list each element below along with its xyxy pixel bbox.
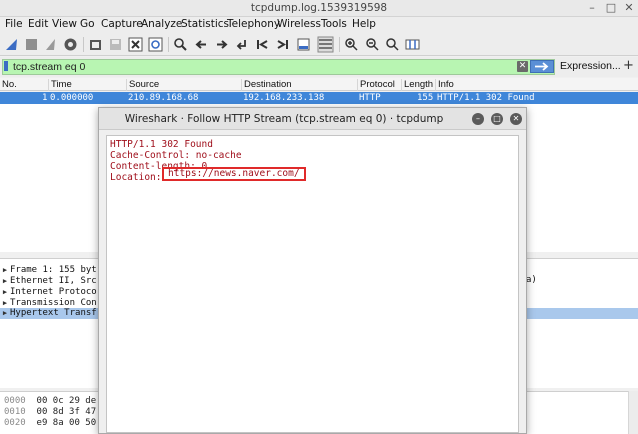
packet-list-header: No. Time Source Destination Protocol Len…	[0, 78, 638, 91]
column-destination[interactable]: Destination	[241, 79, 357, 91]
menu-edit[interactable]: Edit	[28, 18, 48, 30]
menu-help[interactable]: Help	[352, 18, 376, 30]
hex-row: 0010 00 8d 3f 47	[4, 407, 97, 417]
column-length[interactable]: Length	[401, 79, 435, 91]
find-packet-icon[interactable]	[172, 36, 189, 53]
dialog-title: Wireshark · Follow HTTP Stream (tcp.stre…	[124, 113, 444, 125]
expand-arrow-icon[interactable]: ▶	[0, 287, 10, 298]
tree-row-frame[interactable]: ▶ Frame 1: 155 byt	[0, 265, 97, 276]
expression-button[interactable]: Expression...	[560, 60, 621, 72]
expand-arrow-icon[interactable]: ▶	[0, 308, 10, 319]
go-forward-icon[interactable]	[213, 36, 230, 53]
menu-view[interactable]: View	[52, 18, 77, 30]
detail-text-fragment: a)	[526, 275, 537, 285]
menu-go[interactable]: Go	[80, 18, 95, 30]
follow-stream-dialog: Wireshark · Follow HTTP Stream (tcp.stre…	[98, 107, 527, 434]
column-no[interactable]: No.	[0, 79, 48, 91]
menu-file[interactable]: File	[5, 18, 23, 30]
main-toolbar	[0, 33, 638, 56]
menu-telephony[interactable]: Telephony	[227, 18, 280, 30]
dialog-maximize-icon[interactable]: □	[491, 113, 503, 125]
hex-row: 0000 00 0c 29 de	[4, 396, 97, 406]
menu-tools[interactable]: Tools	[321, 18, 347, 30]
menu-bar: File Edit View Go Capture Analyze Statis…	[0, 17, 638, 33]
column-source[interactable]: Source	[126, 79, 241, 91]
display-filter-input[interactable]: tcp.stream eq 0	[2, 59, 555, 75]
capture-options-icon[interactable]	[62, 36, 79, 53]
toolbar-separator	[83, 37, 84, 52]
save-file-icon[interactable]	[107, 36, 124, 53]
close-file-icon[interactable]	[127, 36, 144, 53]
colorize-icon[interactable]	[317, 36, 334, 53]
normal-size-icon[interactable]	[384, 36, 401, 53]
location-url-highlight: https://news.naver.com/	[162, 167, 306, 181]
go-to-packet-icon[interactable]	[233, 36, 250, 53]
auto-scroll-icon[interactable]	[295, 36, 312, 53]
stream-content[interactable]: HTTP/1.1 302 Found Cache-Control: no-cac…	[106, 135, 519, 433]
resize-columns-icon[interactable]	[404, 36, 421, 53]
zoom-in-icon[interactable]	[343, 36, 360, 53]
column-protocol[interactable]: Protocol	[357, 79, 401, 91]
menu-wireless[interactable]: Wireless	[277, 18, 321, 30]
stream-line-location-label: Location:	[110, 172, 168, 183]
window-title: tcpdump.log.1539319598	[250, 2, 388, 14]
restart-capture-icon[interactable]	[42, 36, 59, 53]
packet-info: HTTP/1.1 302 Found	[437, 93, 535, 103]
apply-filter-icon[interactable]	[530, 60, 554, 73]
zoom-out-icon[interactable]	[364, 36, 381, 53]
filter-bookmark-icon[interactable]	[4, 61, 8, 71]
hex-scrollbar[interactable]	[628, 391, 638, 434]
go-back-icon[interactable]	[193, 36, 210, 53]
last-packet-icon[interactable]	[274, 36, 291, 53]
menu-analyze[interactable]: Analyze	[141, 18, 182, 30]
stream-line-status: HTTP/1.1 302 Found	[110, 139, 213, 150]
maximize-icon[interactable]: □	[605, 2, 617, 14]
close-icon[interactable]: ✕	[623, 2, 635, 14]
clear-filter-icon[interactable]: ✕	[517, 61, 528, 72]
menu-capture[interactable]: Capture	[101, 18, 143, 30]
reload-file-icon[interactable]	[147, 36, 164, 53]
column-time[interactable]: Time	[48, 79, 126, 91]
menu-statistics[interactable]: Statistics	[181, 18, 229, 30]
packet-no: 1	[42, 93, 48, 103]
expand-arrow-icon[interactable]: ▶	[0, 276, 10, 287]
packet-destination: 192.168.233.138	[243, 93, 325, 103]
toolbar-separator	[168, 37, 169, 52]
stream-line-cache-control: Cache-Control: no-cache	[110, 150, 242, 161]
toolbar-separator	[339, 37, 340, 52]
packet-protocol: HTTP	[359, 93, 381, 103]
dialog-minimize-icon[interactable]: –	[472, 113, 484, 125]
packet-row-selected[interactable]: 1 0.000000 210.89.168.68 192.168.233.138…	[0, 92, 638, 104]
dialog-close-icon[interactable]: ✕	[510, 113, 522, 125]
stop-capture-icon[interactable]	[23, 36, 40, 53]
window-titlebar: tcpdump.log.1539319598 – □ ✕	[0, 0, 638, 17]
first-packet-icon[interactable]	[254, 36, 271, 53]
hex-row: 0020 e9 8a 00 50	[4, 418, 97, 428]
tree-row-ethernet[interactable]: ▶ Ethernet II, Src	[0, 276, 97, 287]
add-filter-button[interactable]: +	[623, 58, 634, 73]
expand-arrow-icon[interactable]: ▶	[0, 265, 10, 276]
packet-length: 155	[417, 93, 434, 103]
shark-fin-start-icon[interactable]	[3, 36, 20, 53]
filter-bar: tcp.stream eq 0 ✕ Expression... +	[0, 57, 638, 77]
open-file-icon[interactable]	[87, 36, 104, 53]
column-info[interactable]: Info	[435, 79, 638, 91]
dialog-titlebar[interactable]: Wireshark · Follow HTTP Stream (tcp.stre…	[99, 108, 526, 130]
minimize-icon[interactable]: –	[586, 2, 598, 14]
tree-row-ip[interactable]: ▶ Internet Protoco	[0, 287, 97, 298]
packet-source: 210.89.168.68	[128, 93, 199, 103]
packet-time: 0.000000	[50, 93, 94, 103]
